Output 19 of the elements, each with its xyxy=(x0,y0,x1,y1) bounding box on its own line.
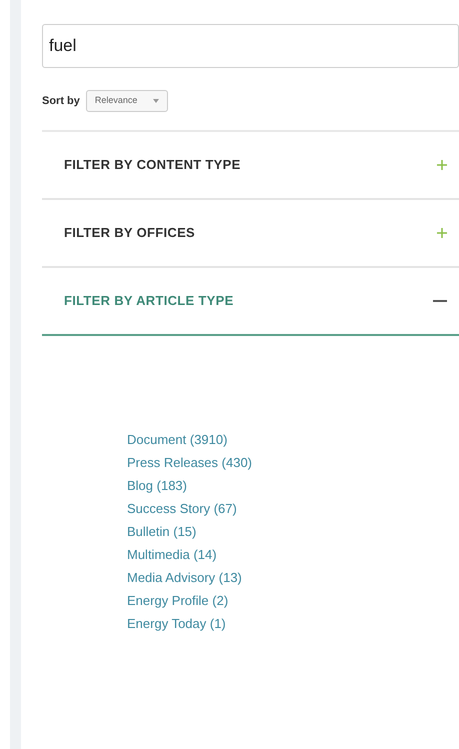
search-field[interactable]: fuel xyxy=(42,24,459,68)
filter-link[interactable]: Media Advisory (13) xyxy=(127,569,242,587)
filter-link[interactable]: Document (3910) xyxy=(127,431,228,449)
filter-link[interactable]: Multimedia (14) xyxy=(127,546,217,564)
caret-icon xyxy=(153,99,160,103)
filter-link[interactable]: Energy Today (1) xyxy=(127,615,226,633)
sort-label: Sort by xyxy=(42,94,80,109)
filter-link[interactable]: Energy Profile (2) xyxy=(127,592,228,610)
sort-dropdown[interactable]: Relevance xyxy=(86,90,168,112)
filter-link[interactable]: Blog (183) xyxy=(127,477,187,495)
filter-link[interactable]: Success Story (67) xyxy=(127,500,237,518)
filter-header[interactable]: FILTER BY ARTICLE TYPE xyxy=(42,268,459,336)
plus-icon xyxy=(437,160,447,170)
plus-icon xyxy=(437,228,447,238)
minus-icon xyxy=(433,300,447,302)
filter-header[interactable]: FILTER BY OFFICES xyxy=(42,200,459,268)
filter-link[interactable]: Press Releases (430) xyxy=(127,454,252,472)
filter-header[interactable]: FILTER BY CONTENT TYPE xyxy=(42,132,459,200)
filter-link[interactable]: Bulletin (15) xyxy=(127,523,196,541)
